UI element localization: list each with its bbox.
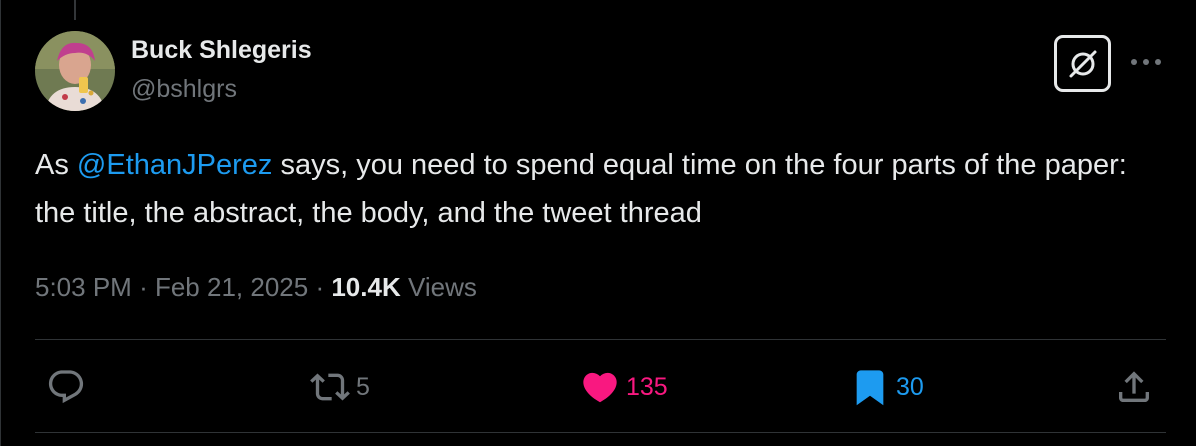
tweet-time[interactable]: 5:03 PM: [35, 272, 132, 302]
reply-icon: [48, 370, 84, 404]
views-label: Views: [407, 272, 477, 302]
more-options-button[interactable]: [1128, 47, 1164, 77]
tweet-text: As @EthanJPerez says, you need to spend …: [35, 141, 1175, 237]
bookmark-icon: [856, 370, 884, 406]
author-name[interactable]: Buck Shlegeris: [131, 34, 312, 66]
more-dots-icon: [1131, 59, 1161, 65]
grok-icon: [1069, 50, 1096, 77]
bottom-divider: [35, 432, 1166, 433]
avatar[interactable]: [35, 31, 115, 111]
thread-connector-line: [74, 0, 76, 20]
retweet-count: 5: [356, 372, 370, 401]
like-button[interactable]: 135: [580, 364, 668, 410]
divider: [35, 339, 1166, 340]
share-icon: [1119, 371, 1149, 402]
grok-button[interactable]: [1054, 35, 1111, 92]
meta-separator: ·: [139, 272, 148, 302]
mention-link[interactable]: @EthanJPerez: [77, 149, 272, 181]
retweet-icon: [310, 373, 350, 401]
retweet-button[interactable]: 5: [310, 364, 370, 410]
tweet-meta: 5:03 PM · Feb 21, 2025 · 10.4K Views: [35, 269, 477, 305]
heart-icon: [583, 372, 617, 403]
tweet-text-before: As: [35, 149, 77, 181]
thread-border: [0, 0, 1, 446]
share-button[interactable]: [1114, 364, 1154, 410]
tweet-date[interactable]: Feb 21, 2025: [155, 272, 308, 302]
author-handle[interactable]: @bshlgrs: [131, 73, 312, 105]
meta-separator: ·: [315, 272, 325, 302]
bookmark-count: 30: [896, 372, 924, 401]
author-info: Buck Shlegeris @bshlgrs: [131, 34, 312, 105]
bookmark-button[interactable]: 30: [850, 364, 924, 410]
like-count: 135: [626, 372, 668, 401]
views-count: 10.4K: [331, 272, 401, 302]
reply-button[interactable]: [46, 364, 86, 410]
